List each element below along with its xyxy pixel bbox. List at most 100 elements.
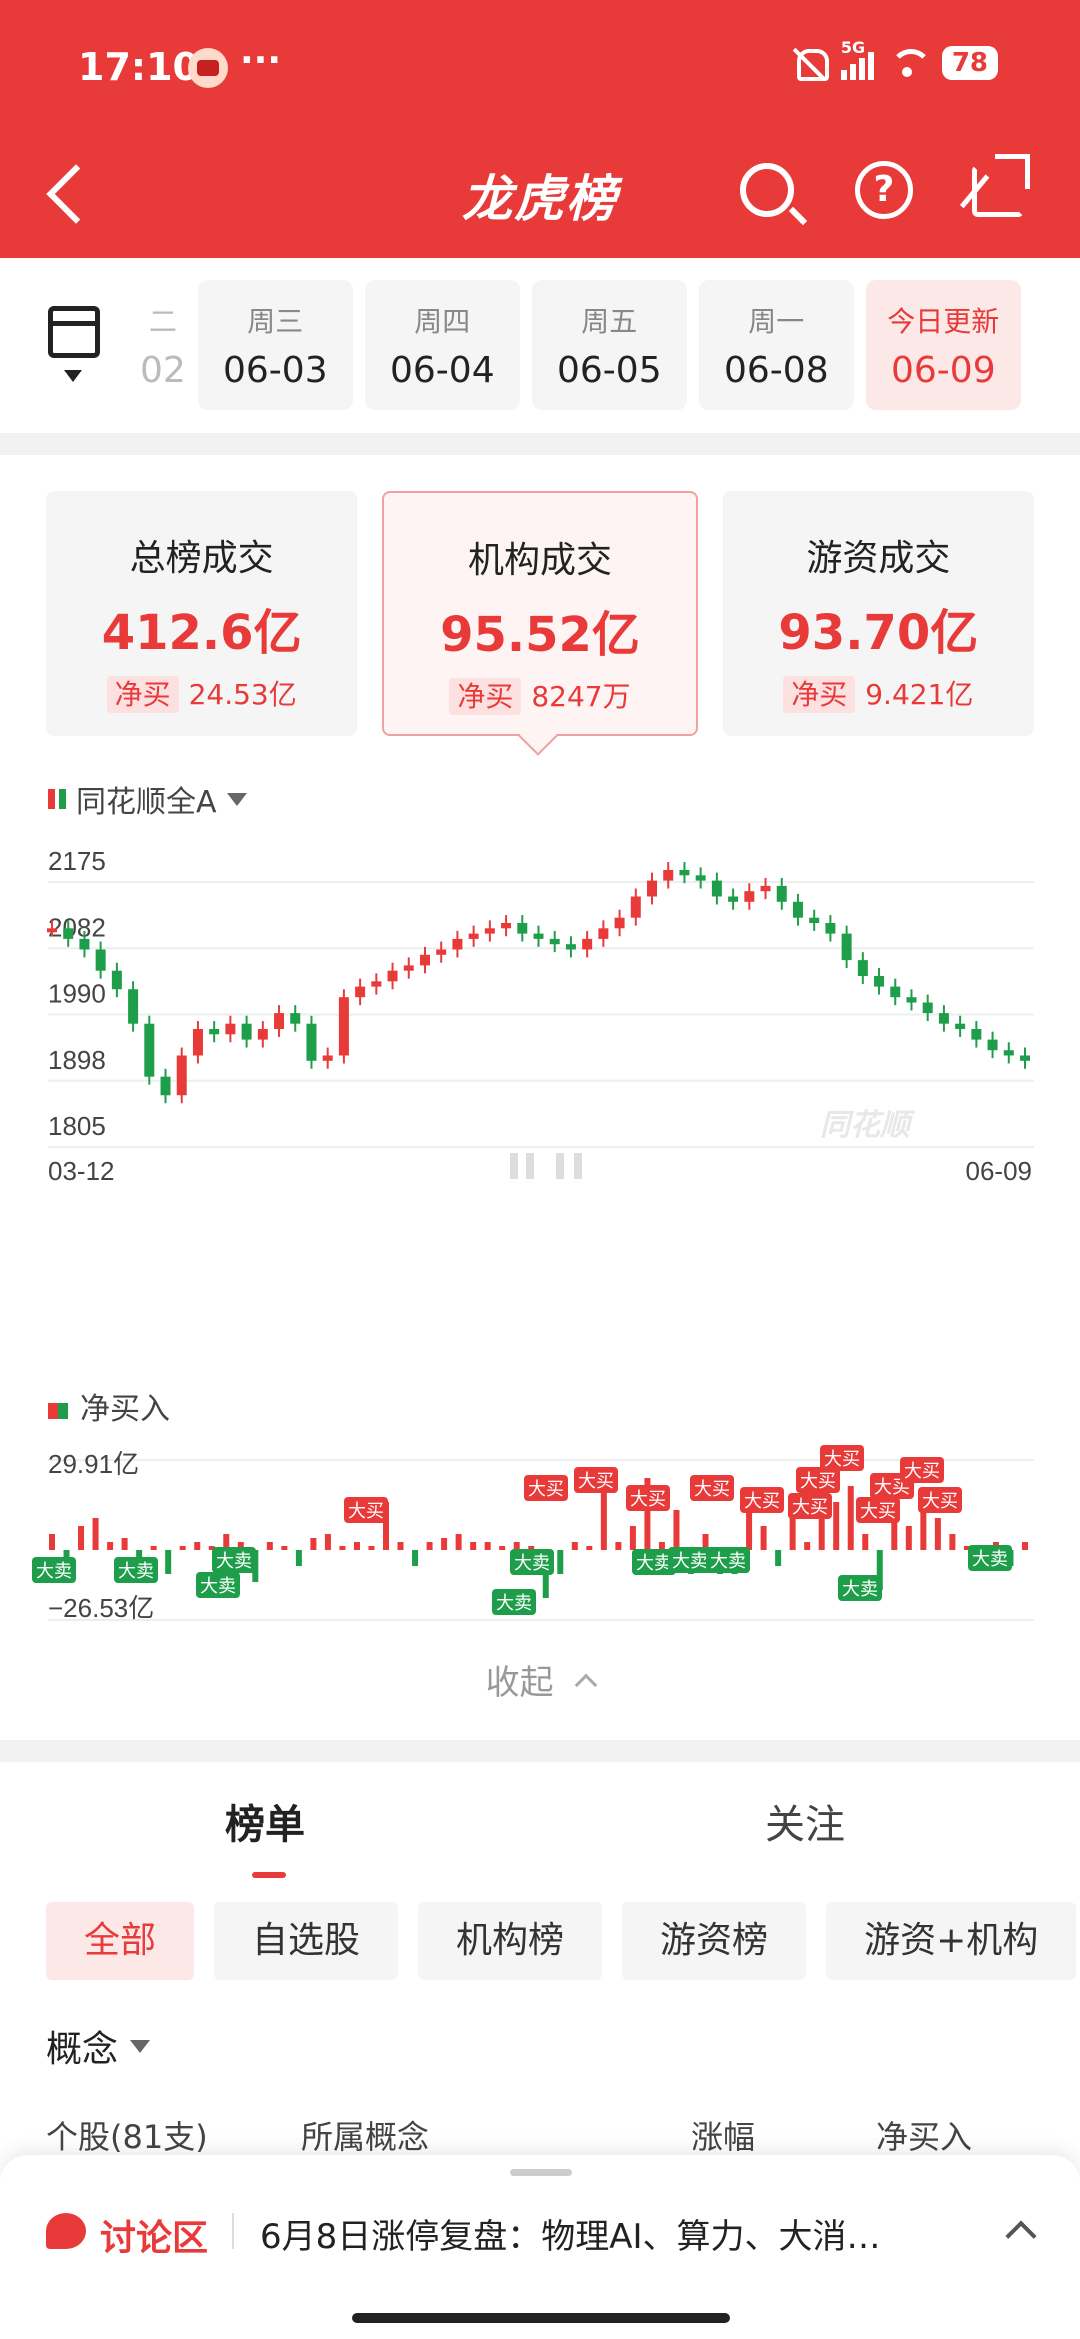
- candle: [468, 933, 479, 939]
- nav-bar: 龙虎榜 ?: [0, 135, 1080, 255]
- date-item-selected[interactable]: 今日更新 06-09: [865, 280, 1021, 410]
- candle: [95, 949, 106, 971]
- chevron-up-icon[interactable]: [1005, 2220, 1037, 2252]
- date-item[interactable]: 周五 06-05: [531, 280, 687, 410]
- caret-down-icon[interactable]: [64, 370, 82, 382]
- calendar-icon[interactable]: [48, 306, 100, 358]
- legend-swatch: [48, 1403, 58, 1419]
- date-list: 二 02 周三 06-03 周四 06-04 周五 06-05 周一 06-08…: [140, 280, 1040, 410]
- candle: [711, 880, 722, 897]
- date-item[interactable]: 周一 06-08: [698, 280, 854, 410]
- candle: [647, 880, 658, 897]
- net-buy-bar: [658, 1542, 665, 1550]
- big-sell-label: 大卖: [118, 1561, 154, 1581]
- discussion-headline[interactable]: 6月8日涨停复盘：物理AI、算力、大消…: [260, 2209, 960, 2258]
- net-buy-bar: [571, 1542, 578, 1550]
- date-weekday: 今日更新: [887, 305, 1000, 338]
- candle: [906, 997, 917, 1003]
- candle: [290, 1013, 301, 1024]
- net-label: 净买: [106, 676, 179, 713]
- kline-chart[interactable]: 2175 2082 1990 1898 1805 03-12 06-09 同花顺: [0, 835, 1080, 1395]
- candle: [274, 1013, 285, 1029]
- date-item[interactable]: 周四 06-04: [364, 280, 520, 410]
- discussion-bar[interactable]: 讨论区 6月8日涨停复盘：物理AI、算力、大消…: [0, 2155, 1080, 2339]
- net-buy-bar: [615, 1542, 622, 1550]
- overview-card: 总榜成交 412.6亿 净买 24.53亿 机构成交 95.52亿 净买 8247万…: [0, 455, 1080, 1740]
- net-buy-bar: [397, 1542, 404, 1550]
- candle: [614, 917, 625, 929]
- help-icon[interactable]: ?: [855, 161, 913, 219]
- collapse-label: 收起: [485, 1663, 554, 1703]
- y-axis-label: 2175: [48, 846, 106, 876]
- discussion-label: 讨论区: [100, 2218, 209, 2259]
- tab-follow[interactable]: 关注: [765, 1792, 845, 1850]
- filter-institution[interactable]: 机构榜: [418, 1902, 603, 1980]
- filter-hot-money-institution[interactable]: 游资+机构: [826, 1902, 1077, 1980]
- candle: [630, 896, 641, 918]
- status-bar: 17:10 ··· 5G 78: [0, 0, 1080, 135]
- chevron-up-icon: [575, 1673, 598, 1696]
- watermark: 同花顺: [820, 1109, 916, 1142]
- collapse-button[interactable]: 收起: [0, 1655, 1080, 1704]
- filter-hot-money[interactable]: 游资榜: [622, 1902, 807, 1980]
- more-notifications-icon: ···: [240, 40, 282, 81]
- net-label: 净买: [449, 678, 522, 715]
- date-item[interactable]: 二 02: [140, 280, 186, 410]
- candle: [403, 965, 414, 971]
- net-buy-bar: [847, 1486, 854, 1550]
- x-axis-end-label: 06-09: [966, 1156, 1033, 1186]
- net-buy-bar: [324, 1534, 331, 1550]
- big-buy-label: 大买: [630, 1489, 666, 1509]
- net-buy-title: 净买入: [80, 1393, 170, 1426]
- candle: [922, 1002, 933, 1014]
- ranking-tabs: 榜单 关注: [0, 1792, 1080, 1878]
- summary-hot-money[interactable]: 游资成交 93.70亿 净买 9.421亿: [722, 491, 1034, 736]
- date-value: 06-03: [223, 350, 328, 391]
- candle: [241, 1023, 252, 1040]
- net-buy-bar: [441, 1538, 448, 1550]
- big-buy-label: 大买: [744, 1491, 780, 1511]
- header-change[interactable]: 涨幅: [691, 2112, 755, 2158]
- share-icon[interactable]: [972, 154, 1030, 217]
- index-selector[interactable]: 同花顺全A: [48, 777, 247, 821]
- big-sell-label: 大卖: [36, 1561, 72, 1581]
- date-item[interactable]: 周三 06-03: [197, 280, 353, 410]
- net-buy-bar: [121, 1538, 128, 1550]
- candle: [890, 986, 901, 998]
- summary-net: 净买 8247万: [384, 675, 695, 715]
- net-buy-bar: [804, 1542, 811, 1550]
- mute-icon: [791, 45, 829, 81]
- candle: [436, 949, 447, 955]
- candle: [955, 1023, 966, 1029]
- header-net-buy[interactable]: 净买入: [876, 2112, 972, 2158]
- app-header: 17:10 ··· 5G 78 龙虎榜 ?: [0, 0, 1080, 258]
- divider: [232, 2213, 234, 2249]
- summary-institution[interactable]: 机构成交 95.52亿 净买 8247万: [382, 491, 698, 736]
- filter-watchlist[interactable]: 自选股: [214, 1902, 399, 1980]
- net-buy-bar: [629, 1526, 636, 1550]
- filter-chips: 全部 自选股 机构榜 游资榜 游资+机构: [46, 1902, 1080, 1982]
- net-buy-chart[interactable]: 净买入29.91亿−26.53亿大买大买 大买大买 大买大买 大买大买大买大买大买大买…: [0, 1385, 1080, 1645]
- big-buy-label: 大买: [694, 1479, 730, 1499]
- summary-total[interactable]: 总榜成交 412.6亿 净买 24.53亿: [46, 491, 358, 736]
- big-sell-label: 大卖: [842, 1579, 878, 1599]
- big-buy-label: 大买: [528, 1479, 564, 1499]
- filter-all[interactable]: 全部: [46, 1902, 195, 1980]
- tab-ranking[interactable]: 榜单: [225, 1792, 305, 1850]
- chevron-down-icon: [130, 2039, 151, 2053]
- search-icon[interactable]: [740, 163, 794, 217]
- concept-label: 概念: [46, 2029, 119, 2070]
- net-label: 净买: [783, 676, 856, 713]
- drag-handle[interactable]: [510, 2169, 572, 2176]
- header-concept: 所属概念: [301, 2118, 430, 2156]
- summary-value: 95.52亿: [440, 607, 640, 663]
- candle: [663, 870, 674, 881]
- net-value: 9.421亿: [865, 678, 974, 711]
- concept-dropdown[interactable]: 概念: [46, 2020, 151, 2072]
- turnover-summaries: 总榜成交 412.6亿 净买 24.53亿 机构成交 95.52亿 净买 8247万…: [46, 491, 1034, 736]
- net-buy-bar: [412, 1550, 419, 1566]
- candle: [971, 1029, 982, 1040]
- scroll-handle: [526, 1153, 534, 1179]
- candle: [776, 885, 787, 902]
- net-buy-bar: [339, 1546, 346, 1550]
